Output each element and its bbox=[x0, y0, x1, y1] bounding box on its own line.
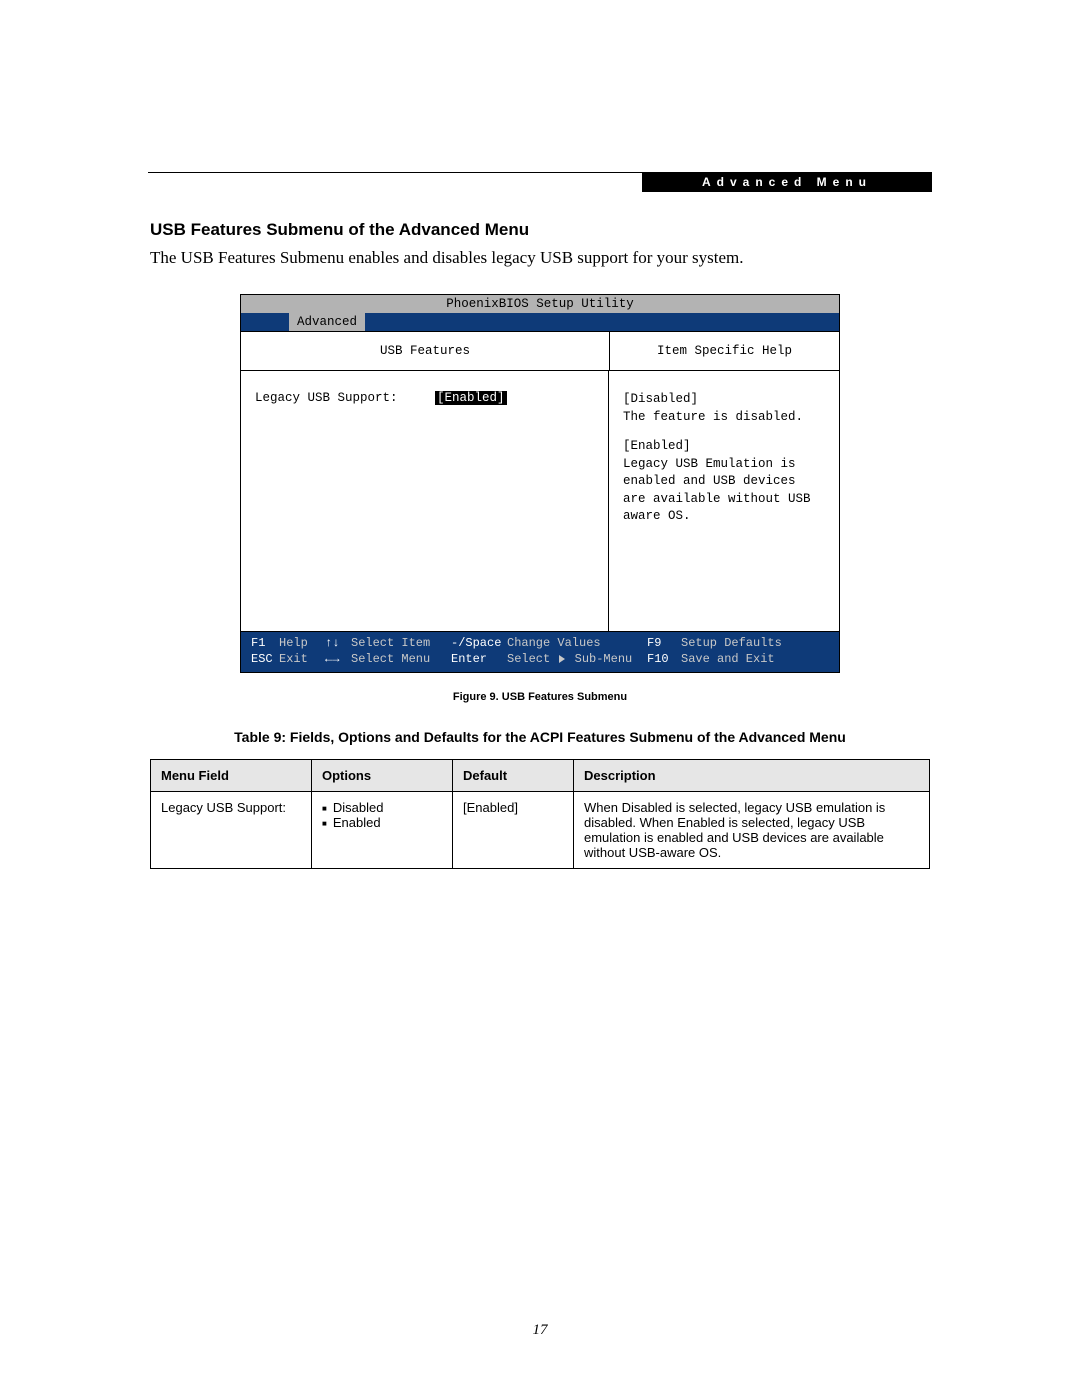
key-f10: F10 bbox=[647, 652, 681, 666]
bios-tab-advanced[interactable]: Advanced bbox=[289, 313, 365, 331]
key-minus-space-label: Change Values bbox=[507, 636, 647, 650]
fields-options-table: Menu Field Options Default Description L… bbox=[150, 759, 930, 869]
th-description: Description bbox=[574, 760, 930, 792]
header-band: Advanced Menu bbox=[642, 172, 932, 192]
bios-panel-title: USB Features bbox=[241, 332, 610, 370]
th-default: Default bbox=[453, 760, 574, 792]
bios-field-label: Legacy USB Support: bbox=[255, 391, 435, 611]
key-minus-space: -/Space bbox=[451, 636, 507, 650]
key-updown: ↑↓ bbox=[325, 636, 351, 650]
figure-caption: Figure 9. USB Features Submenu bbox=[150, 691, 930, 703]
document-page: Advanced Menu USB Features Submenu of th… bbox=[0, 0, 1080, 1397]
bios-help-panel: [Disabled] The feature is disabled. [Ena… bbox=[609, 371, 839, 631]
key-updown-label: Select Item bbox=[351, 636, 451, 650]
help-disabled-body: The feature is disabled. bbox=[623, 409, 825, 427]
table-header-row: Menu Field Options Default Description bbox=[151, 760, 930, 792]
th-menu-field: Menu Field bbox=[151, 760, 312, 792]
bios-utility-title: PhoenixBIOS Setup Utility bbox=[241, 295, 839, 313]
key-enter: Enter bbox=[451, 652, 507, 666]
page-number: 17 bbox=[0, 1322, 1080, 1339]
key-f1-label: Help bbox=[279, 636, 325, 650]
key-f10-label: Save and Exit bbox=[681, 652, 829, 666]
section-heading: USB Features Submenu of the Advanced Men… bbox=[150, 220, 930, 240]
cell-description: When Disabled is selected, legacy USB em… bbox=[574, 792, 930, 869]
key-esc: ESC bbox=[251, 652, 279, 666]
key-enter-label: Select Sub-Menu bbox=[507, 652, 647, 666]
bios-key-legend: F1 Help ↑↓ Select Item -/Space Change Va… bbox=[241, 631, 839, 672]
key-esc-label: Exit bbox=[279, 652, 325, 666]
help-disabled-heading: [Disabled] bbox=[623, 391, 825, 409]
help-enabled-heading: [Enabled] bbox=[623, 438, 825, 456]
bios-tab-bar: Advanced bbox=[241, 313, 839, 331]
key-f9-label: Setup Defaults bbox=[681, 636, 829, 650]
help-enabled-body: Legacy USB Emulation is enabled and USB … bbox=[623, 456, 825, 526]
table-caption: Table 9: Fields, Options and Defaults fo… bbox=[150, 729, 930, 745]
intro-text: The USB Features Submenu enables and dis… bbox=[150, 248, 930, 268]
option-item: Disabled bbox=[322, 800, 442, 815]
cell-options: Disabled Enabled bbox=[312, 792, 453, 869]
bios-screenshot: PhoenixBIOS Setup Utility Advanced USB F… bbox=[240, 294, 840, 673]
bios-field-value[interactable]: [Enabled] bbox=[435, 391, 507, 405]
key-leftright-label: Select Menu bbox=[351, 652, 451, 666]
key-f9: F9 bbox=[647, 636, 681, 650]
key-f1: F1 bbox=[251, 636, 279, 650]
key-leftright: ←→ bbox=[325, 652, 351, 666]
cell-default: [Enabled] bbox=[453, 792, 574, 869]
cell-menu-field: Legacy USB Support: bbox=[151, 792, 312, 869]
table-row: Legacy USB Support: Disabled Enabled [En… bbox=[151, 792, 930, 869]
th-options: Options bbox=[312, 760, 453, 792]
option-item: Enabled bbox=[322, 815, 442, 830]
triangle-right-icon bbox=[559, 655, 565, 663]
bios-help-title: Item Specific Help bbox=[610, 332, 839, 370]
